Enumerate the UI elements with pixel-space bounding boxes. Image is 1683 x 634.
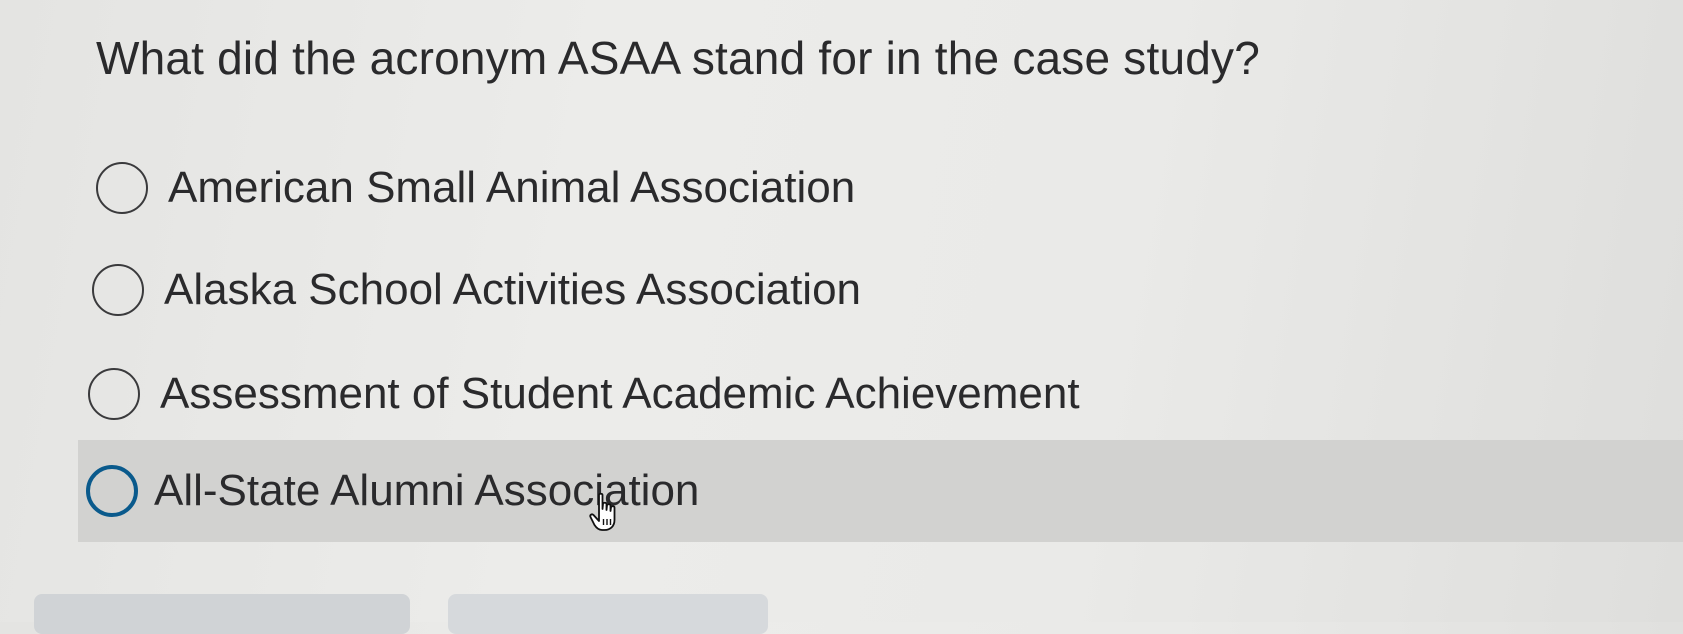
radio-circle-icon[interactable] (96, 162, 148, 214)
radio-circle-icon[interactable] (88, 368, 140, 420)
answer-option-2[interactable]: Alaska School Activities Association (92, 240, 1592, 340)
answer-option-label: Alaska School Activities Association (164, 265, 862, 314)
answer-option-3[interactable]: Assessment of Student Academic Achieveme… (88, 344, 1588, 444)
hand-pointer-cursor-icon (589, 492, 616, 531)
answer-option-label: American Small Animal Association (168, 163, 856, 212)
answer-option-4[interactable]: All-State Alumni Association (78, 440, 1683, 542)
answer-option-1[interactable]: American Small Animal Association (96, 138, 1596, 238)
radio-circle-icon[interactable] (92, 264, 144, 316)
bottom-button-right[interactable] (448, 594, 768, 634)
bottom-button-left[interactable] (34, 594, 410, 634)
radio-circle-icon[interactable] (86, 465, 138, 517)
answer-options: American Small Animal Association Alaska… (0, 0, 1683, 622)
answer-option-label: Assessment of Student Academic Achieveme… (160, 369, 1080, 418)
